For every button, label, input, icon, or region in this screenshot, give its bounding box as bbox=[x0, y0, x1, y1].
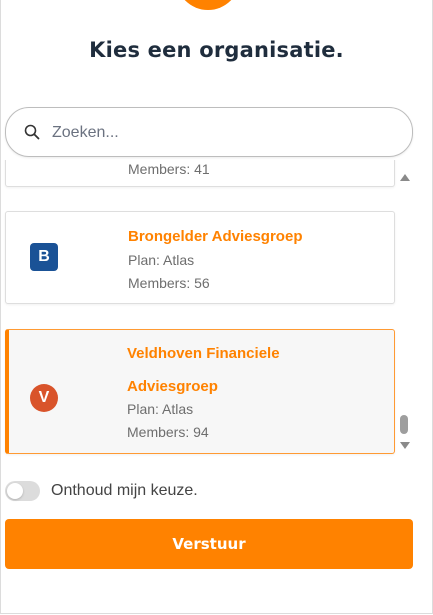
search-bar[interactable] bbox=[5, 107, 413, 157]
organization-card[interactable]: Members: 41 bbox=[5, 160, 395, 187]
submit-button[interactable]: Verstuur bbox=[5, 519, 413, 569]
org-badge: B bbox=[30, 243, 58, 271]
organization-list[interactable]: Members: 41 B Brongelder Adviesgroep Pla… bbox=[0, 160, 433, 457]
org-members: Members: 41 bbox=[128, 161, 210, 177]
organization-card-selected[interactable]: V Veldhoven Financiele Adviesgroep Plan:… bbox=[5, 329, 395, 454]
list-scrollbar[interactable] bbox=[399, 172, 411, 455]
org-plan: Plan: Atlas bbox=[127, 401, 194, 417]
scroll-thumb[interactable] bbox=[400, 415, 408, 434]
org-plan: Plan: Atlas bbox=[128, 252, 195, 268]
arrow-down-icon[interactable] bbox=[400, 442, 410, 449]
org-name-line1: Veldhoven Financiele bbox=[127, 345, 280, 362]
org-members: Members: 94 bbox=[127, 424, 209, 440]
remember-label: Onthoud mijn keuze. bbox=[51, 482, 198, 499]
organization-card[interactable]: B Brongelder Adviesgroep Plan: Atlas Mem… bbox=[5, 211, 395, 304]
page-title: Kies een organisatie. bbox=[89, 38, 344, 62]
org-badge: V bbox=[30, 384, 58, 412]
org-name: Brongelder Adviesgroep bbox=[128, 228, 303, 245]
search-icon bbox=[24, 124, 40, 140]
search-input[interactable] bbox=[50, 120, 394, 146]
org-members: Members: 56 bbox=[128, 275, 210, 291]
toggle-knob bbox=[7, 483, 23, 499]
logo bbox=[176, 0, 240, 10]
arrow-up-icon[interactable] bbox=[400, 174, 410, 181]
org-name-line2: Adviesgroep bbox=[127, 378, 218, 395]
remember-toggle[interactable] bbox=[5, 481, 40, 501]
